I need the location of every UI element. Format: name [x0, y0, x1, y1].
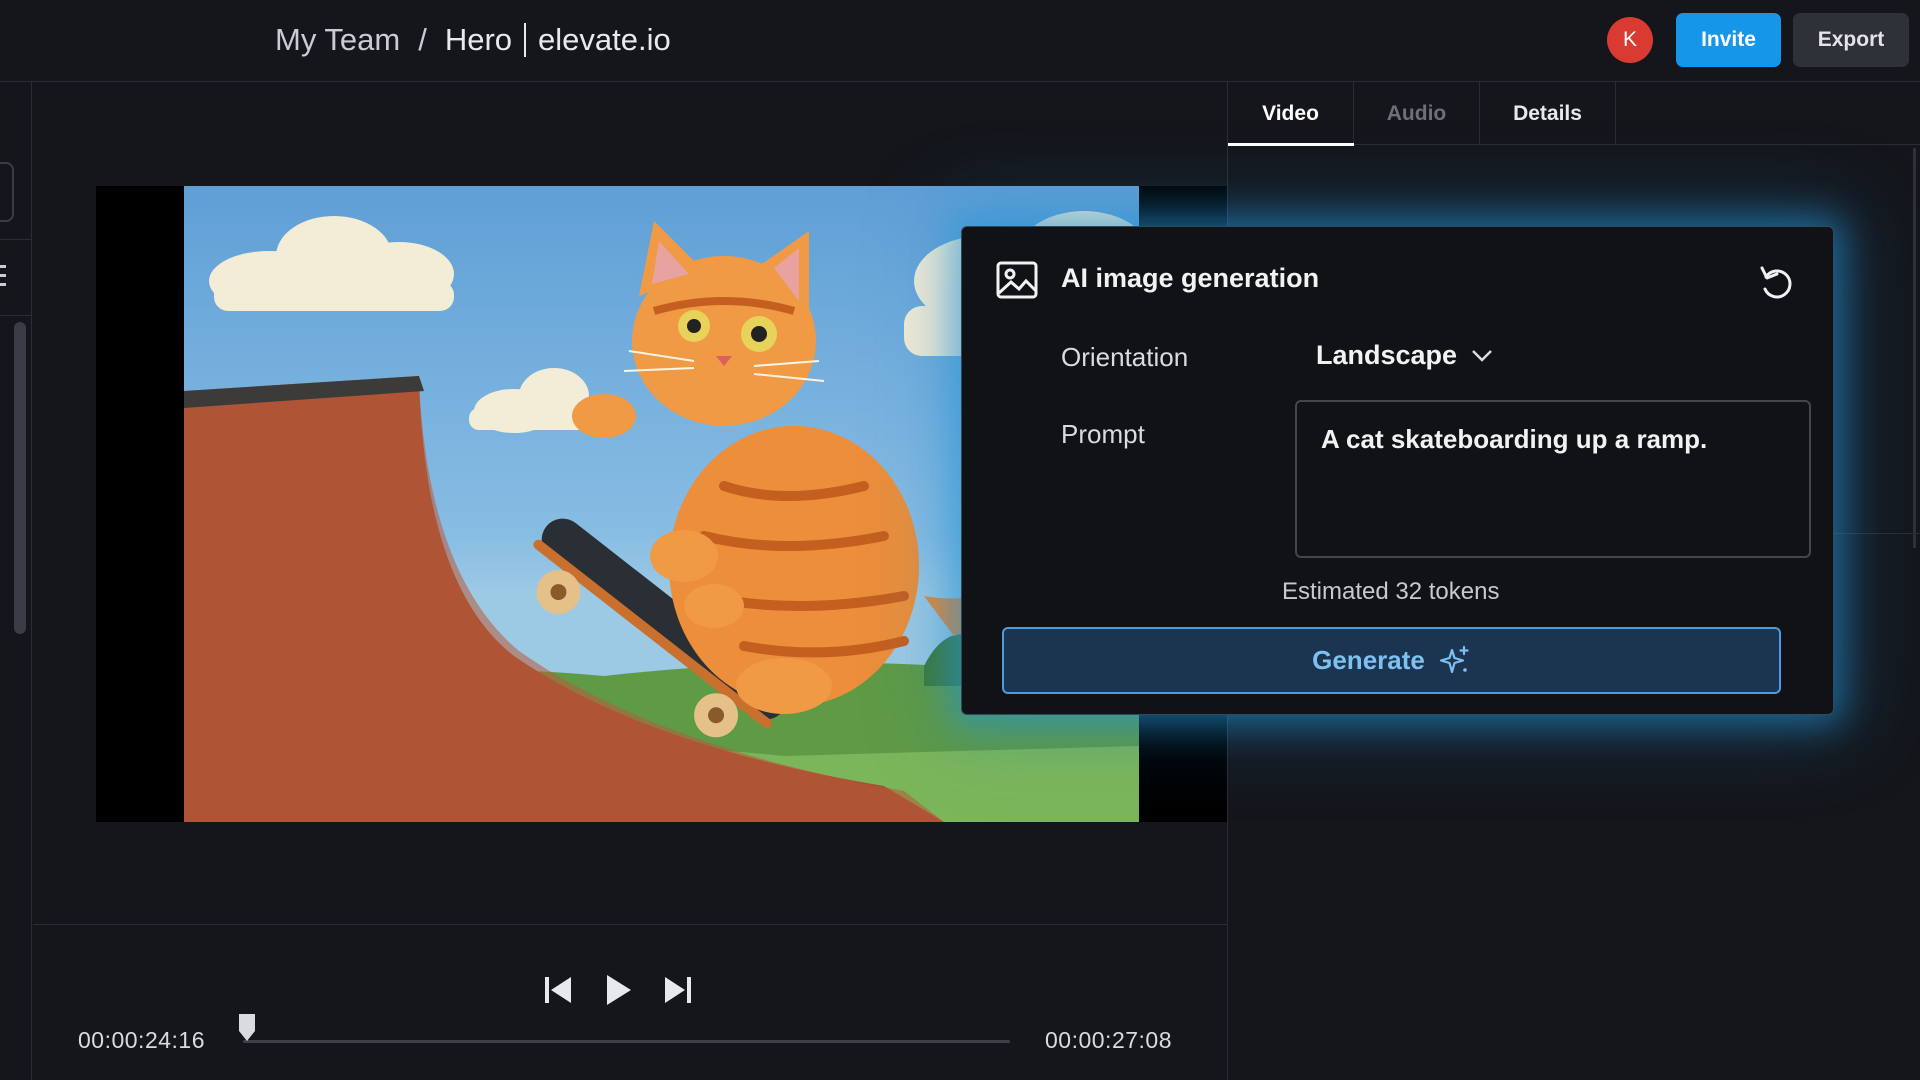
dialog-title: AI image generation — [1061, 263, 1320, 293]
rail-panel-toggle[interactable] — [0, 162, 14, 222]
top-bar: My Team / Hero elevate.io K Invite Expor… — [0, 0, 1920, 82]
breadcrumb-separator: / — [418, 22, 427, 57]
scrollbar[interactable] — [1913, 148, 1916, 548]
orientation-label: Orientation — [1061, 342, 1189, 372]
timeline-track[interactable] — [243, 1040, 1010, 1043]
image-icon — [996, 261, 1038, 299]
tab-video[interactable]: Video — [1228, 82, 1354, 146]
menu-icon[interactable] — [0, 265, 6, 287]
tab-details[interactable]: Details — [1480, 82, 1616, 145]
divider — [0, 315, 32, 316]
token-estimate: Estimated 32 tokens — [1282, 578, 1500, 605]
playback-bar: 00:00:24:16 00:00:27:08 — [33, 924, 1227, 1080]
breadcrumb-project[interactable]: Hero — [445, 22, 512, 58]
breadcrumb: My Team / Hero elevate.io — [275, 18, 671, 62]
breadcrumb-team[interactable]: My Team — [275, 22, 400, 58]
playhead-handle[interactable] — [238, 1013, 256, 1043]
ai-image-generation-dialog: AI image generation Orientation Landscap… — [961, 226, 1834, 715]
orientation-value: Landscape — [1316, 340, 1458, 370]
invite-button[interactable]: Invite — [1676, 13, 1781, 67]
generate-label: Generate — [1312, 645, 1425, 675]
breadcrumb-domain[interactable]: elevate.io — [538, 22, 671, 58]
text-cursor — [524, 23, 527, 57]
left-rail — [0, 82, 32, 1080]
total-time: 00:00:27:08 — [1045, 1027, 1173, 1053]
chevron-down-icon — [1472, 349, 1492, 362]
reset-icon[interactable] — [1758, 263, 1794, 301]
generate-button[interactable]: Generate — [1002, 627, 1781, 694]
export-button[interactable]: Export — [1793, 13, 1909, 67]
current-time: 00:00:24:16 — [78, 1027, 206, 1053]
prompt-input[interactable]: A cat skateboarding up a ramp. — [1295, 400, 1811, 558]
divider — [0, 239, 32, 240]
sparkle-icon — [1439, 645, 1469, 673]
orientation-select[interactable]: Landscape — [1316, 340, 1493, 371]
prompt-label: Prompt — [1061, 419, 1145, 449]
tab-audio[interactable]: Audio — [1354, 82, 1480, 145]
avatar[interactable]: K — [1607, 17, 1653, 63]
skip-forward-icon[interactable] — [663, 973, 693, 1007]
skip-back-icon[interactable] — [543, 973, 573, 1007]
panel-tabs: Video Audio Details — [1228, 82, 1920, 146]
scrollbar[interactable] — [14, 322, 26, 634]
play-icon[interactable] — [603, 973, 633, 1007]
